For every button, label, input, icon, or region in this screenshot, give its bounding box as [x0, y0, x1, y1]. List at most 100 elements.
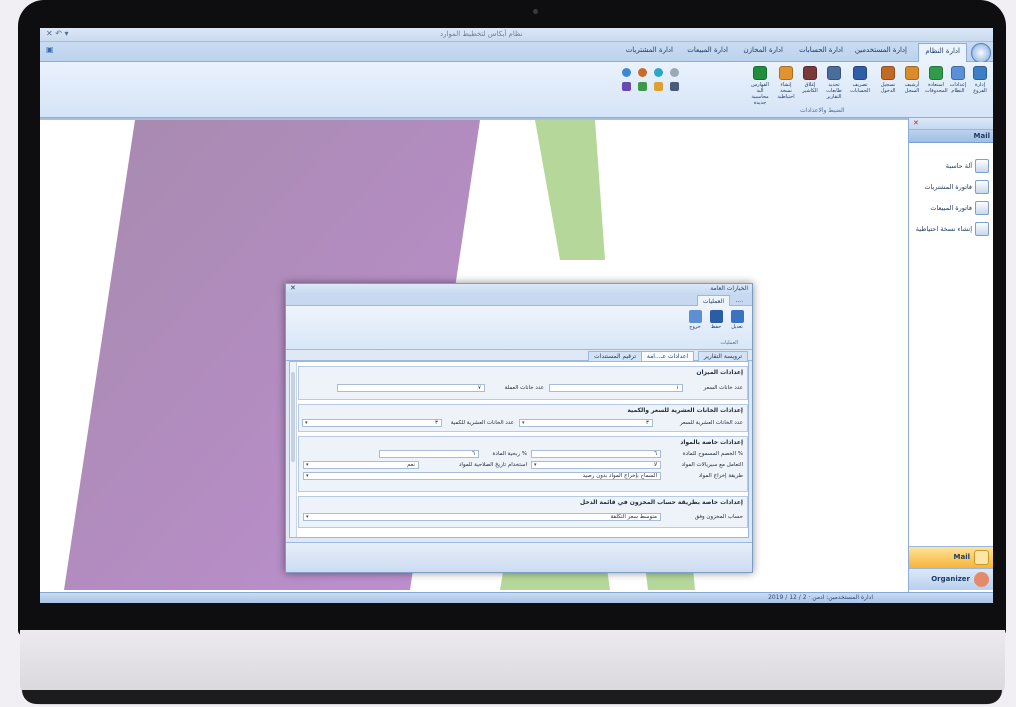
folder-icon[interactable]	[654, 82, 663, 91]
window-title: نظام أبكاس لتخطيط الموارد	[440, 30, 523, 38]
nav-item-label: إنشاء نسخة احتياطية	[915, 225, 972, 233]
nav-mail-button[interactable]: Mail	[909, 546, 993, 568]
quick-access-toolbar[interactable]: ✕ ↶ ▾	[46, 29, 69, 38]
log-archive-label: أرشيف السجل	[904, 82, 920, 94]
quantity-decimals-field[interactable]: ٣ ▾	[302, 419, 442, 427]
currency-digits-field[interactable]: ٧	[337, 384, 485, 392]
tab-sales-admin[interactable]: ادارة المبيعات	[687, 46, 728, 54]
dialog-ribbon: تعديل حفظ خروج العمليات	[286, 306, 752, 350]
exit-button[interactable]: خروج	[686, 310, 704, 330]
close-icon[interactable]: ✕	[913, 119, 919, 127]
close-cashier-button[interactable]: إغلاق الكاشير	[799, 66, 821, 94]
edit-button[interactable]: تعديل	[728, 310, 746, 330]
dialog-group-label: العمليات	[720, 340, 738, 346]
login-log-button[interactable]: تسجيل الدخول	[877, 66, 899, 94]
log-archive-button[interactable]: أرشيف السجل	[901, 66, 923, 94]
accounts-icon	[853, 66, 867, 80]
sun-icon[interactable]	[638, 68, 647, 77]
field-value: ١	[676, 385, 679, 391]
dropdown-arrow-icon[interactable]: ▾	[534, 462, 537, 469]
monitor-base	[22, 690, 1002, 704]
dropdown-arrow-icon[interactable]: ▾	[306, 473, 309, 480]
new-accounting-index-label: الفهارس الية محاسبية جديدة	[751, 82, 769, 106]
tab-general-settings[interactable]: اعدادات عـ...امة	[640, 351, 694, 361]
tab-more[interactable]: ....	[730, 295, 748, 306]
dropdown-arrow-icon[interactable]: ▾	[522, 420, 525, 427]
tools-icon[interactable]	[670, 82, 679, 91]
section-title: إعدادات خاصة بالمواد	[680, 439, 743, 446]
vertical-scrollbar[interactable]	[290, 362, 297, 537]
scroll-thumb[interactable]	[291, 372, 295, 462]
tab-operations[interactable]: العمليات	[696, 295, 730, 306]
nav-item-sales-invoice[interactable]: فاتورة المبيعات	[911, 200, 989, 218]
restore-deleted-label: استعادة المحذوفات	[925, 82, 948, 94]
restore-deleted-button[interactable]: استعادة المحذوفات	[925, 66, 948, 94]
application-menu-button[interactable]	[971, 43, 991, 63]
allowed-discount-field[interactable]: ٦	[531, 450, 661, 458]
system-settings-button[interactable]: إعدادات النظام	[947, 66, 969, 94]
nav-mail-label: Mail	[953, 553, 971, 561]
status-text: ادارة المستخدمين: ادمن · 2 / 12 / 2019	[768, 594, 873, 601]
field-label: حساب المخزون وفق	[694, 514, 743, 520]
general-options-dialog: الخيارات العامة ✕ العمليات .... تعديل حف…	[285, 283, 753, 573]
field-value: السماح بإخراج المواد بدون رصيد	[582, 473, 657, 479]
nav-item-backup[interactable]: إنشاء نسخة احتياطية	[911, 221, 989, 239]
settings-body: إعدادات الميزان عدد خانات السعر ١ عدد خا…	[289, 361, 749, 538]
calculator-icon	[975, 159, 989, 173]
table-icon[interactable]	[638, 82, 647, 91]
dialog-close-button[interactable]: ✕	[290, 284, 296, 292]
field-label: التعامل مع سيريالات المواد	[681, 462, 743, 468]
inventory-method-field[interactable]: متوسط سعر التكلفة ▾	[303, 513, 661, 521]
report-printers-label: تحديد طابعات التقارير	[826, 82, 842, 100]
clock-icon[interactable]	[670, 68, 679, 77]
dropdown-arrow-icon[interactable]: ▾	[305, 420, 308, 427]
system-settings-label: إعدادات النظام	[949, 82, 967, 94]
field-label: عدد خانات السعر	[703, 385, 743, 391]
globe-icon[interactable]	[622, 68, 631, 77]
nav-item-label: فاتورة المبيعات	[930, 204, 972, 212]
tab-purchases-admin[interactable]: ادارة المشتريات	[626, 46, 673, 54]
exit-label: خروج	[689, 324, 701, 330]
accounts-transfer-button[interactable]: تصريف الحسابات	[849, 66, 871, 94]
tab-system-admin[interactable]: ادارة النظام	[918, 43, 967, 62]
save-button[interactable]: حفظ	[707, 310, 725, 330]
dropdown-arrow-icon[interactable]: ▾	[306, 462, 309, 469]
title-bar: ✕ ↶ ▾ نظام أبكاس لتخطيط الموارد	[40, 28, 993, 42]
serials-handling-field[interactable]: لا ▾	[531, 461, 661, 469]
material-profit-field[interactable]: ٦	[379, 450, 479, 458]
backup-icon	[779, 66, 793, 80]
close-cashier-label: إغلاق الكاشير	[802, 82, 818, 94]
refresh-icon[interactable]	[654, 68, 663, 77]
field-value: ٣	[646, 420, 649, 426]
dropdown-arrow-icon[interactable]: ▾	[306, 514, 309, 521]
report-printers-button[interactable]: تحديد طابعات التقارير	[823, 66, 845, 100]
create-backup-button[interactable]: إنشاء نسخة احتياطية	[775, 66, 797, 100]
field-label: ربحية المادة %	[492, 451, 527, 457]
nav-item-label: آلة حاسبة	[945, 162, 972, 170]
restore-icon	[929, 66, 943, 80]
tab-stores-admin[interactable]: ادارة المخازن	[743, 46, 783, 54]
tab-document-numbering[interactable]: ترقيم المستندات	[588, 351, 642, 361]
field-label: عدد الخانات العشرية للسعر	[679, 420, 743, 426]
new-accounting-index-button[interactable]: الفهارس الية محاسبية جديدة	[749, 66, 771, 106]
printer-icon	[827, 66, 841, 80]
nav-toolbar: ✕	[909, 118, 993, 130]
nav-item-calculator[interactable]: آلة حاسبة	[911, 158, 989, 176]
document-icon[interactable]: ▣	[46, 45, 54, 54]
purchase-invoice-icon	[975, 180, 989, 194]
grid-icon[interactable]	[622, 82, 631, 91]
price-digits-field[interactable]: ١	[549, 384, 683, 392]
branches-button[interactable]: إدارة الفروع	[969, 66, 991, 94]
navigation-pane: ✕ Mail آلة حاسبة فاتورة المشتريات فاتورة…	[908, 118, 993, 592]
expiry-date-field[interactable]: نعم ▾	[303, 461, 419, 469]
tab-accounts-admin[interactable]: ادارة الحسابات	[799, 46, 843, 54]
tab-report-header[interactable]: ترويسة التقارير	[697, 351, 748, 361]
nav-organizer-button[interactable]: Organizer	[909, 568, 993, 590]
dialog-title-bar: الخيارات العامة ✕	[286, 284, 752, 294]
material-output-method-field[interactable]: السماح بإخراج المواد بدون رصيد ▾	[303, 472, 661, 480]
tab-user-admin[interactable]: إدارة المستخدمين	[855, 46, 907, 54]
section-title: إعدادات الخانات العشرية للسعر والكمية	[627, 407, 743, 414]
nav-item-purchase-invoice[interactable]: فاتورة المشتريات	[911, 179, 989, 197]
price-decimals-field[interactable]: ٣ ▾	[519, 419, 653, 427]
section-title: إعدادات خاصة بطريقة حساب المخزون في قائم…	[579, 499, 743, 506]
